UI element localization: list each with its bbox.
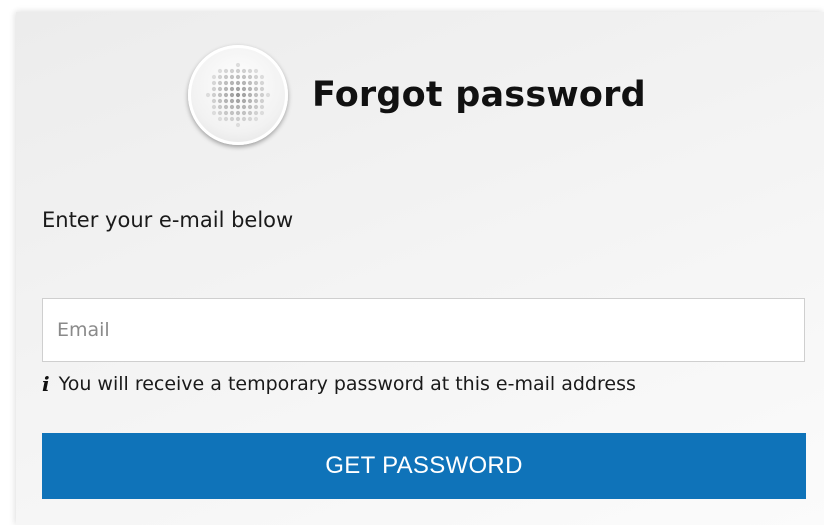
info-icon: i [42,372,50,396]
email-field[interactable] [42,298,805,362]
header: Forgot password [188,40,646,150]
hint: i You will receive a temporary password … [42,372,636,396]
instruction-text: Enter your e-mail below [42,208,294,232]
hint-text: You will receive a temporary password at… [58,373,636,395]
get-password-button[interactable]: GET PASSWORD [42,433,806,499]
forgot-password-card: Forgot password Enter your e-mail below … [16,12,824,525]
dotted-globe-logo-icon [188,45,288,145]
page-title: Forgot password [312,75,646,115]
